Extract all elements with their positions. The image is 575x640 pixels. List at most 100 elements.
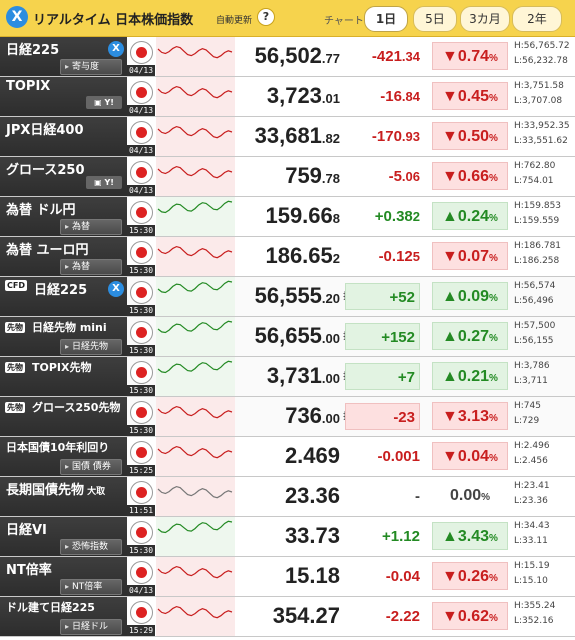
index-row[interactable]: ドル建て日経225日経ドル15:29354.27-2.22▼0.62%H:355… [0,597,575,637]
sparkline-wrap[interactable] [156,117,235,156]
sparkline-wrap[interactable] [156,277,235,316]
row-label-panel[interactable]: JPX日経400 [0,117,127,156]
index-name[interactable]: 長期国債先物 大取 [6,479,105,498]
row-label-panel[interactable]: 日経225寄与度 X [0,37,127,76]
index-row[interactable]: 為替 ドル円為替15:30159.668+0.382▲0.24%H:159.85… [0,197,575,237]
update-time: 15:30 [127,545,155,556]
tab-5d[interactable]: 5日 [413,6,457,32]
x-share-icon[interactable]: X [108,281,124,297]
sub-link-button[interactable]: 日経ドル [60,619,122,635]
sub-link-button[interactable]: 寄与度 [60,59,122,75]
index-name[interactable]: グロース250 [6,159,85,178]
sparkline-wrap[interactable] [156,37,235,76]
sparkline-wrap[interactable] [156,597,235,636]
sparkline-wrap[interactable] [156,77,235,116]
sparkline-chart[interactable] [156,37,235,76]
row-label-panel[interactable]: ドル建て日経225 日経ドル [0,597,127,636]
row-label-panel[interactable]: CFD 日経225 X [0,277,127,316]
high-low: H:56,765.72 L:56,232.78 [514,39,570,69]
index-name[interactable]: 日経VI [6,519,47,538]
tab-3m[interactable]: 3カ月 [460,6,510,32]
index-row[interactable]: 為替 ユーロ円為替15:30186.652-0.125▼0.07%H:186.7… [0,237,575,277]
index-name[interactable]: グロース250先物 [32,399,120,415]
sparkline-chart[interactable] [156,397,235,436]
index-row[interactable]: グロース250先物先物15:30736.00指数比:-23▼3.13%H:745… [0,397,575,437]
row-label-panel[interactable]: 長期国債先物 大取 [0,477,127,516]
index-name[interactable]: 日本国債10年利回り [6,439,109,455]
index-row[interactable]: グロース250 ▣ Y! 04/13 759.78 -5.06 ▼0.66% H:762.8… [0,157,575,197]
current-value: 354.27 [272,603,340,628]
sparkline-wrap[interactable] [156,397,235,436]
sparkline-chart[interactable] [156,557,235,596]
sparkline-chart[interactable] [156,77,235,116]
market-flag-icon [128,159,155,186]
index-row[interactable]: TOPIX ▣ Y! 04/13 3,723.01 -16.84 ▼0.45% H:3,75… [0,77,575,117]
sparkline-chart[interactable] [156,477,235,516]
index-row[interactable]: CFD日経225X15:3056,555.20指数比:+52▲0.09%H:56… [0,277,575,317]
sparkline-chart[interactable] [156,317,235,356]
sparkline-wrap[interactable] [156,317,235,356]
sparkline-wrap[interactable] [156,197,235,236]
index-name[interactable]: 為替 ドル円 [6,199,76,218]
index-name[interactable]: 為替 ユーロ円 [6,239,89,258]
sparkline-chart[interactable] [156,357,235,396]
row-label-panel[interactable]: 日経先物 mini 先物日経先物 [0,317,127,356]
sparkline-wrap[interactable] [156,237,235,276]
index-row[interactable]: JPX日経400 04/13 33,681.82 -170.93 ▼0.50% H:33,… [0,117,575,157]
index-row[interactable]: TOPIX先物先物15:303,731.00指数比:+7▲0.21%H:3,78… [0,357,575,397]
row-label-panel[interactable]: 為替 ドル円為替 [0,197,127,236]
index-name[interactable]: 日経225 [6,39,59,58]
index-name[interactable]: 日経225 [34,279,87,298]
sub-link-button[interactable]: 為替 [60,219,122,235]
sparkline-chart[interactable] [156,437,235,476]
sparkline-chart[interactable] [156,197,235,236]
sparkline-wrap[interactable] [156,477,235,516]
index-name[interactable]: NT倍率 [6,559,52,578]
x-share-icon[interactable]: X [108,41,124,57]
row-label-panel[interactable]: グロース250先物 先物 [0,397,127,436]
sparkline-chart[interactable] [156,117,235,156]
sparkline-chart[interactable] [156,157,235,196]
row-label-panel[interactable]: NT倍率 NT倍率 [0,557,127,596]
sparkline-wrap[interactable] [156,437,235,476]
sparkline-wrap[interactable] [156,517,235,556]
row-label-panel[interactable]: TOPIX ▣ Y! [0,77,127,116]
sub-link-button[interactable]: 為替 [60,259,122,275]
x-share-icon[interactable]: X [6,6,28,28]
index-name[interactable]: ドル建て日経225 [6,599,95,615]
index-row[interactable]: 日経VI 恐怖指数 15:30 33.73 +1.12 ▲3.43% H:34.43 L:33… [0,517,575,557]
sparkline-wrap[interactable] [156,157,235,196]
row-label-panel[interactable]: 為替 ユーロ円為替 [0,237,127,276]
sparkline-wrap[interactable] [156,557,235,596]
row-label-panel[interactable]: 日経VI 恐怖指数 [0,517,127,556]
index-row[interactable]: 日本国債10年利回り国債 債券15:252.469-0.001▼0.04%H:2… [0,437,575,477]
index-name[interactable]: TOPIX [6,79,50,94]
change-percent: ▲0.09% [432,282,508,310]
index-row[interactable]: 日経先物 mini先物日経先物15:3056,655.00指数比:+152▲0.… [0,317,575,357]
sparkline-wrap[interactable] [156,357,235,396]
yahoo-link-button[interactable]: ▣ Y! [86,176,122,189]
sparkline-chart[interactable] [156,237,235,276]
index-row[interactable]: NT倍率 NT倍率 04/13 15.18 -0.04 ▼0.26% H:15.19 L:15… [0,557,575,597]
index-name[interactable]: 日経先物 mini [32,319,107,335]
sub-link-button[interactable]: 恐怖指数 [60,539,122,555]
change-percent: ▼0.04% [432,442,508,470]
sparkline-chart[interactable] [156,277,235,316]
tab-2y[interactable]: 2年 [512,6,562,32]
yahoo-link-button[interactable]: ▣ Y! [86,96,122,109]
update-time: 04/13 [127,145,155,156]
row-label-panel[interactable]: グロース250 ▣ Y! [0,157,127,196]
help-icon[interactable]: ? [257,8,275,26]
sub-link-button[interactable]: 国債 債券 [60,459,122,475]
index-name[interactable]: JPX日経400 [6,119,84,138]
index-row[interactable]: 長期国債先物 大取 11:51 23.36 - 0.00% H:23.41 L:23.36 [0,477,575,517]
index-row[interactable]: 日経225寄与度X04/1356,502.77-421.34▼0.74%H:56… [0,37,575,77]
index-name[interactable]: TOPIX先物 [32,359,92,375]
sub-link-button[interactable]: 日経先物 [60,339,122,355]
row-label-panel[interactable]: TOPIX先物 先物 [0,357,127,396]
sub-link-button[interactable]: NT倍率 [60,579,122,595]
row-label-panel[interactable]: 日本国債10年利回り国債 債券 [0,437,127,476]
sparkline-chart[interactable] [156,517,235,556]
sparkline-chart[interactable] [156,597,235,636]
tab-1d[interactable]: 1日 [364,6,408,32]
